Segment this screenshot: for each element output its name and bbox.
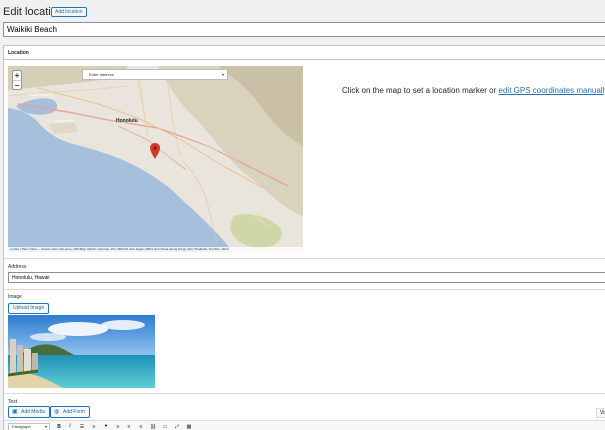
divider	[4, 393, 605, 394]
align-right-icon[interactable]: ≡	[137, 423, 145, 430]
format-select-value: Paragraph	[12, 424, 31, 429]
divider	[4, 258, 605, 259]
beach-photo	[8, 315, 155, 388]
fullscreen-icon[interactable]: ⤢	[173, 423, 181, 430]
divider	[4, 289, 605, 290]
location-metabox-heading: Location	[4, 46, 605, 60]
title-input[interactable]	[3, 22, 605, 37]
image-label: Image	[8, 294, 22, 300]
italic-icon[interactable]: I	[66, 423, 74, 430]
location-metabox: Location Keehi Lagoon Sand Island Honolu…	[3, 45, 605, 430]
add-media-label: Add Media	[21, 409, 45, 415]
numbered-list-icon[interactable]: ≡	[90, 423, 98, 430]
attribution-text: | Tiles © Esri — Source: Esri, DeLorme, …	[19, 247, 229, 251]
map-address-search[interactable]: Enter address ▾	[82, 69, 228, 80]
link-icon[interactable]: ⛓	[149, 423, 157, 430]
map-hint-text: Click on the map to set a location marke…	[342, 86, 499, 95]
format-select[interactable]: Paragraph ▾	[8, 423, 50, 430]
zoom-in-button[interactable]: +	[13, 71, 21, 80]
address-label: Address	[8, 264, 27, 270]
add-media-button[interactable]: ▣ Add Media	[8, 406, 50, 418]
form-icon: ◍	[54, 409, 60, 415]
edit-gps-link[interactable]: edit GPS coordinates manually	[499, 86, 605, 95]
location-marker-icon[interactable]	[150, 143, 160, 159]
read-more-icon[interactable]: ▭	[161, 423, 169, 430]
align-center-icon[interactable]: ≡	[125, 423, 133, 430]
blockquote-icon[interactable]: ❝	[102, 423, 110, 430]
chevron-down-icon: ▾	[44, 424, 47, 429]
add-location-button[interactable]: Add location	[51, 7, 87, 17]
upload-image-button[interactable]: Upload Image	[8, 303, 50, 314]
bold-icon[interactable]: B	[55, 423, 63, 430]
map-attribution: Leaflet | Tiles © Esri — Source: Esri, D…	[8, 247, 303, 252]
chevron-down-icon: ▾	[221, 72, 224, 77]
map-label-city: Honolulu	[116, 118, 138, 124]
map-label-island: Sand Island	[54, 118, 76, 123]
location-image	[8, 315, 155, 388]
add-form-button[interactable]: ◍ Add Form	[50, 406, 90, 418]
zoom-out-button[interactable]: −	[13, 80, 21, 90]
bullet-list-icon[interactable]: ☰	[78, 423, 86, 430]
add-form-label: Add Form	[63, 409, 85, 415]
map-hint: Click on the map to set a location marke…	[342, 86, 605, 95]
align-left-icon[interactable]: ≡	[114, 423, 122, 430]
location-map[interactable]: Keehi Lagoon Sand Island Honolulu + − En…	[8, 66, 303, 252]
text-label: Text	[8, 399, 18, 405]
map-address-search-placeholder: Enter address	[89, 72, 114, 77]
media-icon: ▣	[12, 409, 18, 415]
leaflet-link[interactable]: Leaflet	[10, 247, 19, 251]
tab-visual[interactable]: Vis	[596, 408, 605, 418]
map-label-lagoon: Keehi Lagoon	[28, 92, 53, 97]
toolbar-toggle-icon[interactable]: ▦	[185, 423, 193, 430]
map-zoom-control: + −	[12, 70, 22, 90]
address-input[interactable]	[8, 272, 605, 283]
editor-toolbar: Paragraph ▾ B I ☰ ≡ ❝ ≡ ≡ ≡ ⛓ ▭ ⤢ ▦	[4, 420, 605, 430]
